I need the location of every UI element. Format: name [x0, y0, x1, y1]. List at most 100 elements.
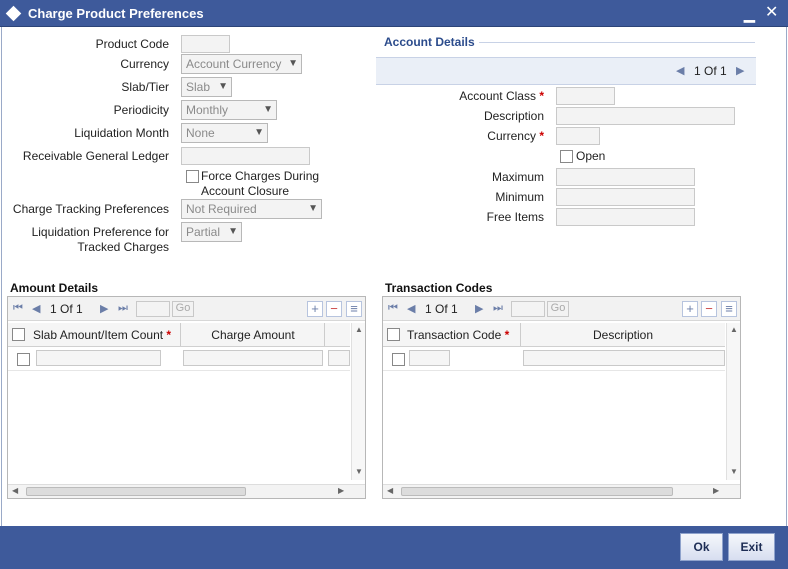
previous-icon[interactable]: ◀ [32, 302, 40, 315]
scroll-right-icon[interactable]: ▶ [338, 486, 344, 495]
amount-pager-text: 1 Of 1 [50, 302, 83, 316]
list-view-icon[interactable]: ≡ [346, 301, 362, 317]
chevron-down-icon: ▼ [254, 127, 264, 138]
charge-amount-header: Charge Amount [211, 328, 295, 342]
extra-cell[interactable] [328, 350, 350, 366]
account-currency-field[interactable] [556, 127, 600, 145]
account-class-field[interactable] [556, 87, 615, 105]
liquidation-month-value: None [186, 126, 215, 140]
description-header: Description [592, 328, 654, 342]
liq-pref-select[interactable]: Partial ▼ [181, 222, 242, 242]
ok-button[interactable]: Ok [680, 533, 723, 561]
scroll-down-icon[interactable]: ▼ [730, 467, 738, 476]
periodicity-select[interactable]: Monthly ▼ [181, 100, 277, 120]
scroll-up-icon[interactable]: ▲ [730, 325, 738, 334]
grid-toolbar: ⏮ ◀ 1 Of 1 ▶ ⏭ Go + − ≡ [383, 297, 740, 321]
next-icon[interactable]: ▶ [736, 64, 744, 77]
last-page-icon[interactable]: ⏭ [493, 302, 503, 315]
list-view-icon[interactable]: ≡ [721, 301, 737, 317]
scroll-left-icon[interactable]: ◀ [12, 486, 18, 495]
divider [324, 323, 325, 346]
first-page-icon[interactable]: ⏮ [13, 302, 23, 315]
open-checkbox[interactable] [560, 150, 573, 163]
exit-button[interactable]: Exit [728, 533, 775, 561]
add-row-icon[interactable]: + [307, 301, 323, 317]
scroll-thumb[interactable] [401, 487, 673, 496]
grid-header: Transaction Code * Description [383, 323, 725, 347]
select-all-checkbox[interactable] [387, 328, 400, 341]
grid-header: Slab Amount/Item Count * Charge Amount [8, 323, 350, 347]
receivable-gl-field[interactable] [181, 147, 310, 165]
vertical-scrollbar[interactable]: ▲ ▼ [351, 323, 365, 480]
column-header: Slab Amount/Item Count * [33, 328, 171, 342]
table-row [383, 347, 725, 371]
minimum-field[interactable] [556, 188, 695, 206]
required-icon: * [539, 89, 544, 103]
row-checkbox[interactable] [392, 353, 405, 366]
charge-amount-cell[interactable] [183, 350, 323, 366]
account-details-title: Account Details [384, 35, 475, 49]
next-icon[interactable]: ▶ [475, 302, 483, 315]
page-number-input[interactable] [511, 301, 545, 317]
description-cell[interactable] [523, 350, 725, 366]
minimum-label: Minimum [495, 190, 544, 204]
horizontal-scrollbar[interactable]: ◀ ▶ [8, 484, 365, 498]
scroll-up-icon[interactable]: ▲ [355, 325, 363, 334]
account-pager-text: 1 Of 1 [694, 64, 727, 78]
account-currency-label: Currency * [420, 129, 544, 143]
slab-amount-cell[interactable] [36, 350, 161, 366]
add-row-icon[interactable]: + [682, 301, 698, 317]
periodicity-label: Periodicity [113, 103, 169, 117]
minimize-icon[interactable]: ▁ [744, 6, 755, 23]
maximum-field[interactable] [556, 168, 695, 186]
grid-toolbar: ⏮ ◀ 1 Of 1 ▶ ⏭ Go + − ≡ [8, 297, 365, 321]
scroll-down-icon[interactable]: ▼ [355, 467, 363, 476]
maximum-label: Maximum [491, 170, 544, 184]
row-checkbox[interactable] [17, 353, 30, 366]
liq-pref-label-1: Liquidation Preference for [31, 225, 169, 239]
divider [520, 323, 521, 346]
required-icon: * [504, 328, 510, 342]
previous-icon[interactable]: ◀ [676, 64, 684, 77]
free-items-field[interactable] [556, 208, 695, 226]
first-page-icon[interactable]: ⏮ [388, 302, 398, 315]
liq-pref-label-2: Tracked Charges [77, 240, 169, 254]
product-code-field[interactable] [181, 35, 230, 53]
go-button[interactable]: Go [547, 301, 569, 317]
column-header: Transaction Code * [407, 328, 509, 342]
required-icon: * [166, 328, 172, 342]
account-class-text: Account Class [459, 89, 536, 103]
scroll-thumb[interactable] [26, 487, 246, 496]
page-number-input[interactable] [136, 301, 170, 317]
scroll-right-icon[interactable]: ▶ [713, 486, 719, 495]
transaction-code-cell[interactable] [409, 350, 450, 366]
scroll-left-icon[interactable]: ◀ [387, 486, 393, 495]
receivable-gl-label: Receivable General Ledger [22, 149, 169, 163]
vertical-scrollbar[interactable]: ▲ ▼ [726, 323, 740, 480]
delete-row-icon[interactable]: − [701, 301, 717, 317]
liquidation-month-select[interactable]: None ▼ [181, 123, 268, 143]
horizontal-scrollbar[interactable]: ◀ ▶ [383, 484, 740, 498]
next-icon[interactable]: ▶ [100, 302, 108, 315]
force-charges-label-2: Account Closure [201, 184, 290, 198]
delete-row-icon[interactable]: − [326, 301, 342, 317]
last-page-icon[interactable]: ⏭ [118, 302, 128, 315]
chevron-down-icon: ▼ [288, 58, 298, 69]
currency-select[interactable]: Account Currency ▼ [181, 54, 302, 74]
slab-tier-select[interactable]: Slab ▼ [181, 77, 232, 97]
periodicity-value: Monthly [186, 103, 229, 117]
account-currency-text: Currency [487, 129, 536, 143]
force-charges-checkbox[interactable] [186, 170, 199, 183]
close-icon[interactable]: ✕ [765, 2, 778, 22]
charge-tracking-select[interactable]: Not Required ▼ [181, 199, 322, 219]
title-bar: Charge Product Preferences ▁ ✕ [0, 0, 788, 27]
description-field[interactable] [556, 107, 735, 125]
previous-icon[interactable]: ◀ [407, 302, 415, 315]
select-all-checkbox[interactable] [12, 328, 25, 341]
transaction-pager-text: 1 Of 1 [425, 302, 458, 316]
table-row [8, 347, 350, 371]
slab-tier-label: Slab/Tier [121, 80, 169, 94]
product-code-label: Product Code [95, 37, 169, 51]
go-button[interactable]: Go [172, 301, 194, 317]
liquidation-month-label: Liquidation Month [74, 126, 169, 140]
